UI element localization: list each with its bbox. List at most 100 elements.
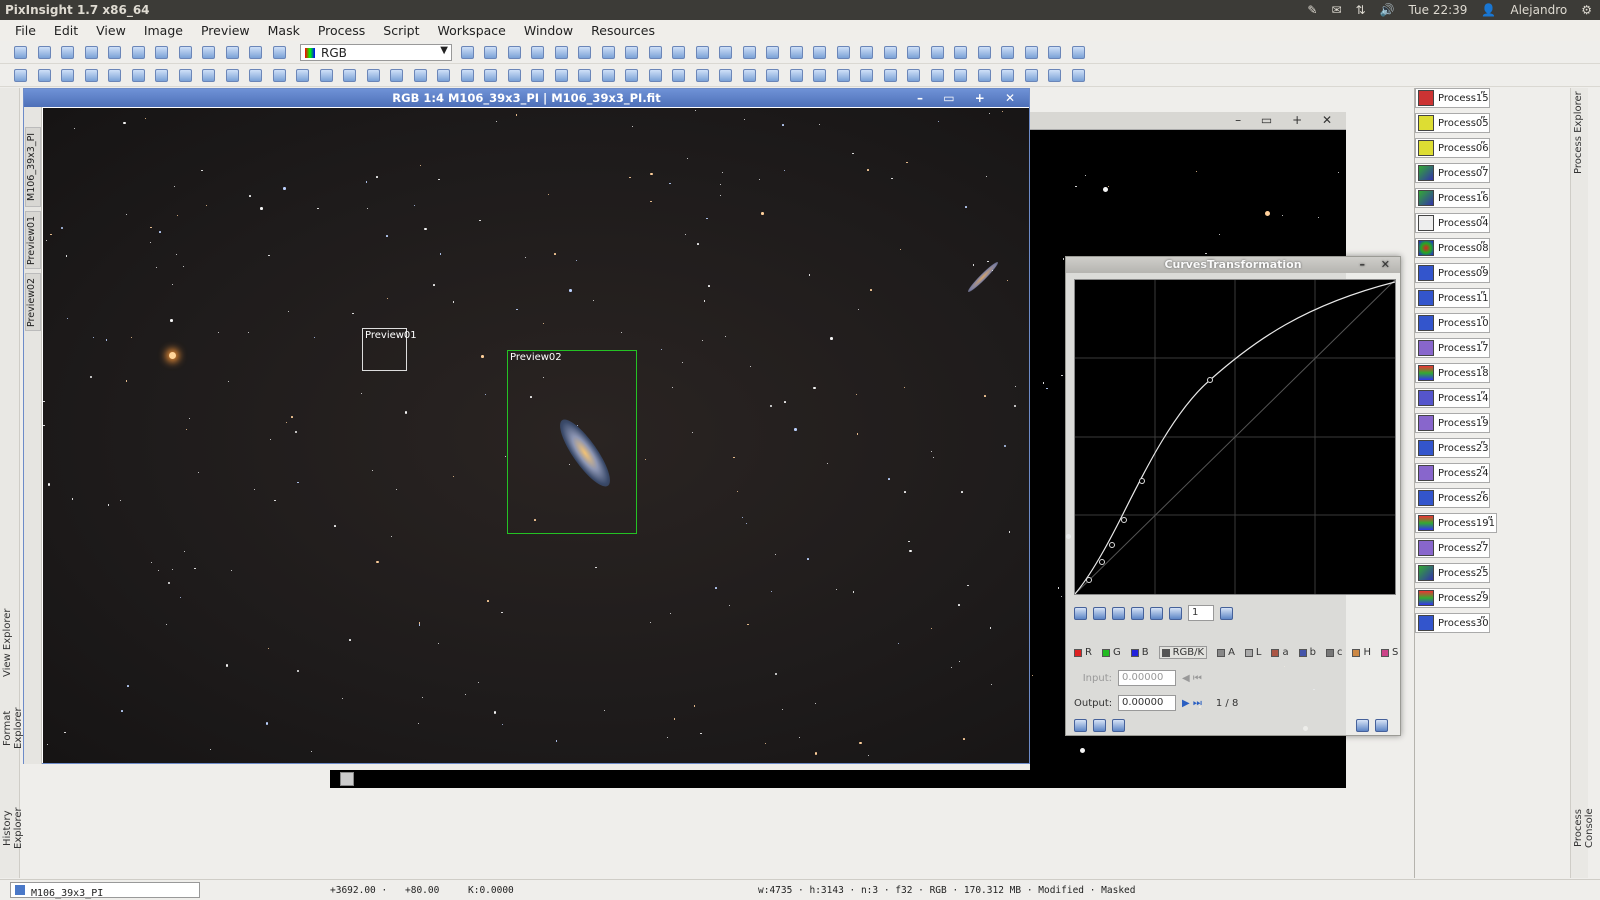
menu-process[interactable]: Process — [309, 20, 374, 41]
toolbar-tool-icon[interactable] — [460, 46, 474, 59]
toolbar-tool-icon[interactable] — [296, 69, 309, 82]
menu-script[interactable]: Script — [374, 20, 428, 41]
toolbar-tool-icon[interactable] — [766, 69, 779, 82]
prev-point-icon[interactable]: ◀ ⏮ — [1182, 673, 1202, 684]
reset-zoom-icon[interactable] — [1220, 606, 1233, 620]
process-icon[interactable]: Process10 — [1415, 313, 1490, 333]
image-canvas[interactable]: Preview01 Preview02 — [43, 108, 1029, 763]
toolbar-tool-icon[interactable] — [907, 46, 920, 59]
power-icon[interactable]: ⚙ — [1581, 3, 1592, 17]
apply-icon[interactable] — [1093, 719, 1106, 732]
toolbar-tool-icon[interactable] — [601, 69, 615, 82]
toolbar-tool-icon[interactable] — [390, 69, 403, 82]
toolbar-tool-icon[interactable] — [366, 69, 380, 82]
zoom-field[interactable]: 1 — [1188, 605, 1214, 621]
process-icon[interactable]: Process19 — [1415, 413, 1490, 433]
toolbar-tool-icon[interactable] — [507, 69, 521, 82]
curve-point[interactable] — [1207, 377, 1213, 383]
history-explorer-tab[interactable]: History Explorer — [2, 788, 24, 868]
pan-icon[interactable] — [1169, 606, 1182, 620]
tab-preview01[interactable]: Preview01 — [25, 211, 41, 269]
process-icon[interactable]: Process07 — [1415, 163, 1490, 183]
channel-s[interactable]: S — [1381, 647, 1398, 658]
toolbar-tool-icon[interactable] — [84, 46, 98, 59]
toolbar-tool-icon[interactable] — [719, 69, 732, 82]
toolbar-tool-icon[interactable] — [1071, 69, 1085, 82]
channel-h[interactable]: H — [1352, 647, 1371, 658]
toolbar-tool-icon[interactable] — [61, 69, 74, 82]
menu-view[interactable]: View — [87, 20, 135, 41]
delete-point-icon[interactable] — [1112, 606, 1125, 620]
menu-window[interactable]: Window — [515, 20, 582, 41]
toolbar-tool-icon[interactable] — [883, 46, 897, 59]
process-icon[interactable]: Process05 — [1415, 113, 1490, 133]
toolbar-tool-icon[interactable] — [1071, 46, 1085, 59]
toolbar-tool-icon[interactable] — [84, 69, 98, 82]
toolbar-tool-icon[interactable] — [202, 69, 215, 82]
toolbar-tool-icon[interactable] — [695, 69, 709, 82]
toolbar-tool-icon[interactable] — [413, 69, 427, 82]
toolbar-tool-icon[interactable] — [1024, 46, 1038, 59]
image-window-titlebar[interactable]: RGB 1:4 M106_39x3_PI | M106_39x3_PI.fit … — [24, 89, 1029, 107]
volume-icon[interactable]: 🔊 — [1380, 3, 1395, 17]
view-explorer-tab[interactable]: View Explorer — [2, 608, 18, 678]
toolbar-tool-icon[interactable] — [601, 46, 615, 59]
next-point-icon[interactable]: ▶ ⏭ — [1182, 698, 1202, 709]
input-field[interactable]: 0.00000 — [1118, 670, 1176, 686]
toolbar-tool-icon[interactable] — [131, 69, 145, 82]
toolbar-tool-icon[interactable] — [648, 46, 662, 59]
process-icon[interactable]: Process04 — [1415, 213, 1490, 233]
toolbar-tool-icon[interactable] — [813, 69, 826, 82]
toolbar-tool-icon[interactable] — [789, 69, 803, 82]
toolbar-tool-icon[interactable] — [37, 69, 51, 82]
toolbar-tool-icon[interactable] — [531, 69, 544, 82]
toolbar-tool-icon[interactable] — [437, 69, 450, 82]
toolbar-tool-icon[interactable] — [766, 46, 779, 59]
channel-b[interactable]: B — [1130, 647, 1149, 658]
toolbar-tool-icon[interactable] — [742, 69, 756, 82]
curve-point[interactable] — [1099, 559, 1105, 565]
toolbar-tool-icon[interactable] — [1048, 69, 1061, 82]
toolbar-tool-icon[interactable] — [61, 46, 74, 59]
select-point-icon[interactable] — [1093, 606, 1106, 620]
toolbar-tool-icon[interactable] — [648, 69, 662, 82]
toolbar-tool-icon[interactable] — [343, 69, 356, 82]
toolbar-tool-icon[interactable] — [14, 69, 27, 82]
output-field[interactable]: 0.00000 — [1118, 695, 1176, 711]
process-icon[interactable]: Process30 — [1415, 613, 1490, 633]
image-window[interactable]: RGB 1:4 M106_39x3_PI | M106_39x3_PI.fit … — [23, 88, 1030, 764]
star-mask-window-titlebar[interactable]: – ▭ + ✕ — [1030, 112, 1346, 130]
toolbar-tool-icon[interactable] — [860, 69, 873, 82]
toolbar-tool-icon[interactable] — [155, 69, 168, 82]
toolbar-tool-icon[interactable] — [719, 46, 732, 59]
toolbar-tool-icon[interactable] — [249, 46, 262, 59]
tab-main-view[interactable]: M106_39x3_PI — [25, 127, 41, 207]
toolbar-tool-icon[interactable] — [1048, 46, 1061, 59]
process-icon[interactable]: Process14 — [1415, 388, 1490, 408]
process-icon[interactable]: Process29 — [1415, 588, 1490, 608]
toolbar-tool-icon[interactable] — [319, 69, 333, 82]
view-selector[interactable]: M106_39x3_PI — [10, 882, 200, 899]
process-icon[interactable]: Process08 — [1415, 238, 1490, 258]
toolbar-tool-icon[interactable] — [977, 69, 991, 82]
toolbar-tool-icon[interactable] — [813, 46, 826, 59]
format-explorer-tab[interactable]: Format Explorer — [2, 688, 24, 768]
network-icon[interactable]: ⇅ — [1356, 3, 1366, 17]
channel-b-lab[interactable]: b — [1298, 647, 1316, 658]
toolbar-tool-icon[interactable] — [860, 46, 873, 59]
process-icon[interactable]: Process17 — [1415, 338, 1490, 358]
toolbar-tool-icon[interactable] — [836, 46, 850, 59]
menu-resources[interactable]: Resources — [582, 20, 664, 41]
channel-select[interactable]: RGB ▼ — [300, 44, 452, 61]
channel-a-lab[interactable]: a — [1271, 647, 1289, 658]
toolbar-tool-icon[interactable] — [37, 46, 51, 59]
toolbar-tool-icon[interactable] — [554, 69, 568, 82]
toolbar-tool-icon[interactable] — [484, 46, 497, 59]
toolbar-tool-icon[interactable] — [108, 69, 121, 82]
menu-preview[interactable]: Preview — [192, 20, 259, 41]
channel-rgbk[interactable]: RGB/K — [1158, 646, 1208, 659]
toolbar-tool-icon[interactable] — [272, 46, 286, 59]
real-time-preview-icon[interactable] — [1356, 719, 1369, 732]
toolbar-tool-icon[interactable] — [14, 46, 27, 59]
menu-mask[interactable]: Mask — [259, 20, 309, 41]
